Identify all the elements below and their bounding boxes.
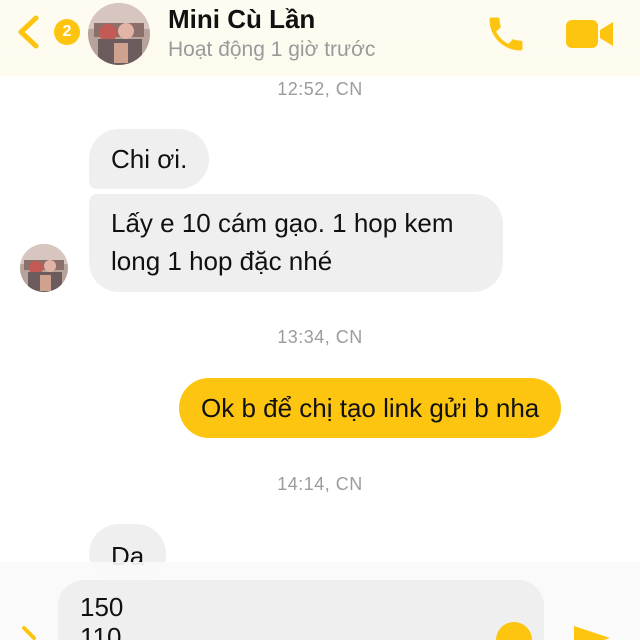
message-line: Lấy e 10 cám gạo. 1 hop kem xyxy=(111,208,454,238)
timestamp: 13:34, CN xyxy=(277,327,363,347)
message-line: long 1 hop đặc nhé xyxy=(111,246,333,276)
message-input[interactable]: 150 110 xyxy=(58,580,544,640)
input-line: 110 xyxy=(80,622,122,640)
contact-status: Hoạt động 1 giờ trước xyxy=(168,38,376,61)
chat-header: 2 Mini Cù Lần Hoạt động 1 giờ trước xyxy=(0,0,640,76)
sender-avatar xyxy=(20,244,68,292)
incoming-message[interactable]: Lấy e 10 cám gạo. 1 hop kem long 1 hop đ… xyxy=(89,194,503,292)
outgoing-message[interactable]: Ok b để chị tạo link gửi b nha xyxy=(179,378,562,438)
contact-avatar[interactable] xyxy=(88,3,150,65)
timestamp: 14:14, CN xyxy=(277,474,363,494)
back-button[interactable]: 2 xyxy=(14,14,80,50)
timestamp: 12:52, CN xyxy=(277,79,363,99)
unread-badge: 2 xyxy=(54,19,80,45)
incoming-message[interactable]: Chi ơi. xyxy=(89,129,210,189)
chevron-left-icon xyxy=(18,15,39,49)
send-icon[interactable] xyxy=(570,620,614,640)
expand-icon[interactable] xyxy=(20,626,40,640)
contact-name[interactable]: Mini Cù Lần xyxy=(168,4,315,35)
chat-screen: 2 Mini Cù Lần Hoạt động 1 giờ trước 12:5… xyxy=(0,0,640,640)
input-line: 150 xyxy=(80,592,124,622)
video-camera-icon[interactable] xyxy=(566,16,614,52)
phone-icon[interactable] xyxy=(484,12,528,56)
